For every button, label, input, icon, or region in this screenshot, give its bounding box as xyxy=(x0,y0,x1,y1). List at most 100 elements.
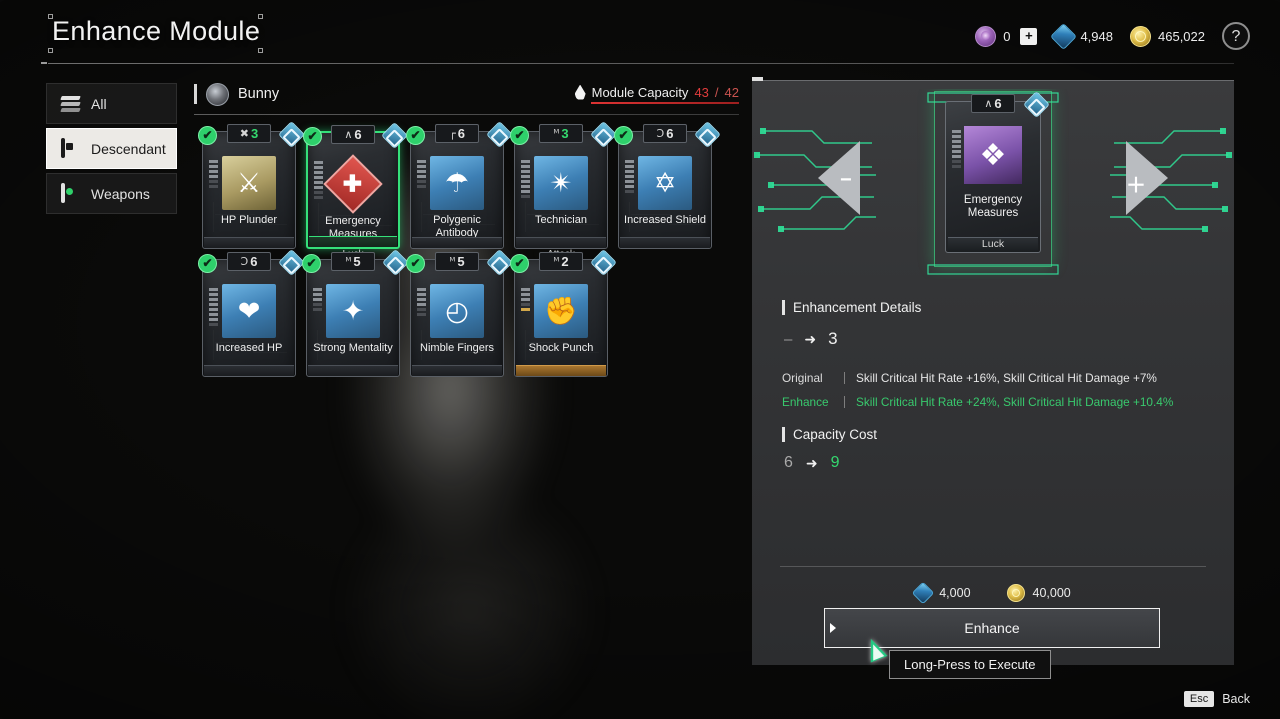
gold-coin-icon xyxy=(1006,584,1025,602)
hero-module-art: ❖ xyxy=(964,126,1022,184)
module-level-bars xyxy=(417,160,426,188)
module-card-body[interactable]: ✔ ᴹ 5 ✦ Strong Mentality xyxy=(302,249,409,377)
module-card-body[interactable]: ✔ ᴹ 2 ✊ Shock Punch xyxy=(510,249,617,377)
capacity-cost-arrow-icon: ➜ xyxy=(805,454,818,471)
capacity-label: Module Capacity xyxy=(591,84,689,100)
module-card-body[interactable]: ✔ Ɔ 6 ✡ Increased Shield xyxy=(614,121,721,249)
panel-divider xyxy=(780,566,1206,567)
socket-icon: ∧ xyxy=(344,128,352,141)
level-from: – xyxy=(784,330,793,348)
module-list-section: Bunny Module Capacity 43 / 42 ✔ ✖ 3 ⚔ HP Plu… xyxy=(194,78,739,377)
module-card-body[interactable]: ✔ ᴹ 5 ◴ Nimble Fingers xyxy=(406,249,513,377)
module-card[interactable]: ✔ᴹ3✴TechnicianAttack xyxy=(510,121,617,260)
module-card-type xyxy=(619,249,711,263)
module-cost-badge: Ɔ6 xyxy=(643,124,687,143)
module-card-body[interactable]: ✔ ᴹ 3 ✴ Technician xyxy=(510,121,617,249)
add-orb-button[interactable]: + xyxy=(1020,27,1038,45)
long-press-tooltip: Long-Press to Execute xyxy=(889,650,1051,679)
module-level-bars xyxy=(521,288,530,311)
avatar[interactable] xyxy=(206,82,229,106)
module-card[interactable]: ✔ Ɔ 6 ✡ Increased Shield xyxy=(614,121,721,249)
currency-gold: 465,022 xyxy=(1130,25,1205,47)
enhance-stat-row: Enhance Skill Critical Hit Rate +24%, Sk… xyxy=(782,395,1173,409)
module-level-bars xyxy=(625,160,634,193)
module-card-name: Polygenic Antibody xyxy=(433,214,481,239)
module-card[interactable]: ✔ Ɔ 6 ❤ Increased HP xyxy=(198,249,305,377)
module-detail-panel: − ＋ ∧ 6 ❖ Emergency Measures Luck Requir… xyxy=(752,77,1234,665)
module-cost-value: 2 xyxy=(561,254,569,269)
header-accent-bar xyxy=(194,84,197,104)
enhance-label: Enhance xyxy=(782,395,829,409)
selected-module-card[interactable]: ∧ 6 ❖ Emergency Measures Luck xyxy=(945,91,1050,253)
title-corner-tl xyxy=(48,14,53,19)
module-card[interactable]: ✔ ┌ 6 ☂ Polygenic Antibody xyxy=(406,121,513,249)
module-card[interactable]: ✔ ✖ 3 ⚔ HP Plunder xyxy=(198,121,305,249)
module-level-bars xyxy=(313,288,322,311)
layers-icon xyxy=(60,95,81,113)
sidebar-item-weapons-label: Weapons xyxy=(91,185,150,202)
module-card-footer xyxy=(308,365,398,376)
module-cost-badge: ᴹ5 xyxy=(435,252,479,271)
level-change-row: – ➜ 3 xyxy=(784,329,838,349)
equipped-check-icon: ✔ xyxy=(614,126,633,145)
card-circuit-decoration xyxy=(307,260,399,376)
module-card-footer xyxy=(309,236,397,247)
equipped-check-icon: ✔ xyxy=(406,254,425,273)
hero-module-name: Emergency Measures xyxy=(963,194,1023,219)
sidebar-item-all[interactable]: All xyxy=(46,83,177,124)
module-card-body[interactable]: ✔ ∧ 6 ✚ Emergency Measures xyxy=(303,122,408,249)
character-name: Bunny xyxy=(238,86,280,102)
module-card-footer xyxy=(412,365,502,376)
module-cost-badge: ᴹ5 xyxy=(331,252,375,271)
module-card-body[interactable]: ✔ ┌ 6 ☂ Polygenic Antibody xyxy=(406,121,513,249)
level-arrow-icon: ➜ xyxy=(804,330,817,347)
orb-icon xyxy=(975,25,997,47)
module-card-footer xyxy=(412,237,502,248)
capacity-separator: / xyxy=(714,84,719,100)
currency-crystal-value: 4,948 xyxy=(1080,28,1113,44)
equipped-check-icon: ✔ xyxy=(198,126,217,145)
module-card-name: Shock Punch xyxy=(528,342,594,354)
module-cost-badge: ✖ 3 xyxy=(227,124,271,143)
currency-orb-value: 0 xyxy=(1003,28,1011,44)
nav-left-sign: − xyxy=(840,169,852,191)
module-cost-value: 6 xyxy=(250,254,258,269)
stat-divider-2 xyxy=(844,396,845,408)
help-button[interactable]: ? xyxy=(1222,22,1250,50)
capacity-max: 42 xyxy=(724,84,739,100)
module-card[interactable]: ✔ ᴹ 5 ◴ Nimble Fingers xyxy=(406,249,513,377)
module-card[interactable]: ✔ ᴹ 5 ✦ Strong Mentality xyxy=(302,249,409,377)
sidebar-item-descendant[interactable]: Descendant xyxy=(46,128,177,169)
module-level-bars xyxy=(521,160,530,198)
module-card-body[interactable]: ✔ Ɔ 6 ❤ Increased HP xyxy=(198,249,305,377)
capacity-underline xyxy=(590,101,739,104)
capacity-cost-heading: Capacity Cost xyxy=(782,427,877,442)
capacity-cost-from: 6 xyxy=(784,454,793,471)
crystal-icon xyxy=(911,581,935,605)
back-label: Back xyxy=(1222,692,1250,706)
module-cost-badge: ┌ 6 xyxy=(435,124,479,143)
previous-module-button[interactable] xyxy=(818,141,860,215)
module-level-bars xyxy=(314,161,323,199)
back-hint[interactable]: Esc Back xyxy=(1183,691,1250,707)
sidebar: All Descendant Weapons xyxy=(46,83,177,218)
enhancement-details-heading: Enhancement Details xyxy=(782,300,921,315)
hero-socket-icon: ∧ xyxy=(984,97,992,110)
module-level-bars xyxy=(417,288,426,316)
equipped-check-icon: ✔ xyxy=(510,126,529,145)
sidebar-item-weapons[interactable]: Weapons xyxy=(46,173,177,214)
module-card-type xyxy=(515,377,607,391)
module-card[interactable]: ✔∧6✚Emergency MeasuresLuck xyxy=(303,122,408,260)
module-cost-badge: ᴹ2 xyxy=(539,252,583,271)
hero-cost-badge: ∧ 6 xyxy=(971,94,1015,113)
card-circuit-decoration xyxy=(515,260,607,376)
module-card-body[interactable]: ✔ ✖ 3 ⚔ HP Plunder xyxy=(198,121,305,249)
module-card[interactable]: ✔ ᴹ 2 ✊ Shock Punch xyxy=(510,249,617,377)
module-card-type xyxy=(203,377,295,391)
enhancement-details-title: Enhancement Details xyxy=(793,300,922,315)
equipped-check-icon: ✔ xyxy=(510,254,529,273)
equipped-check-icon: ✔ xyxy=(303,127,322,146)
module-card-footer xyxy=(516,237,606,248)
original-stat-row: Original Skill Critical Hit Rate +16%, S… xyxy=(782,371,1157,385)
card-circuit-decoration xyxy=(411,260,503,376)
